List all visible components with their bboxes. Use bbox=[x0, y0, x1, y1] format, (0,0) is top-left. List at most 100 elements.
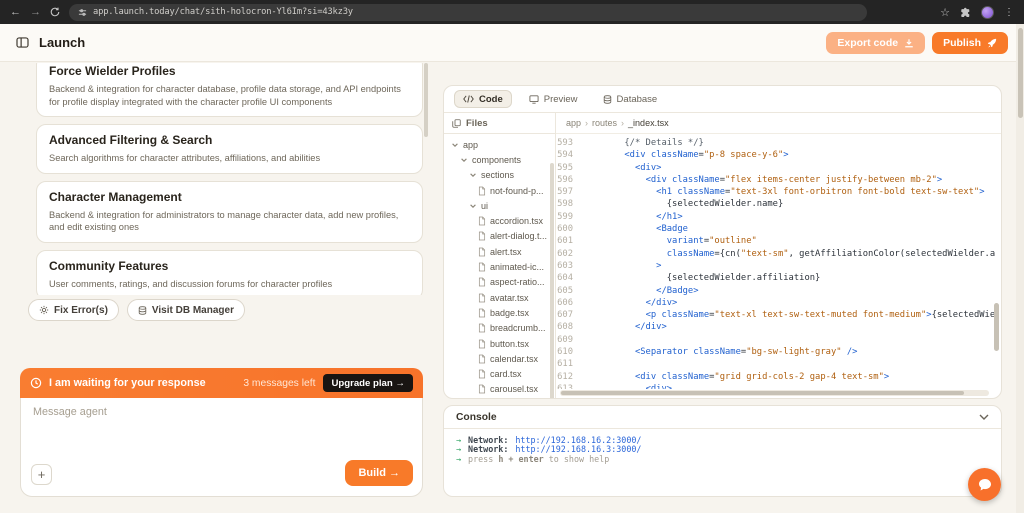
export-code-button[interactable]: Export code bbox=[826, 32, 925, 54]
message-input[interactable] bbox=[33, 406, 410, 418]
rocket-icon bbox=[987, 38, 997, 48]
code-line[interactable]: 611 bbox=[556, 358, 995, 370]
tab-code-label: Code bbox=[479, 94, 503, 105]
tree-file[interactable]: badge.tsx bbox=[444, 305, 555, 320]
line-number: 613 bbox=[556, 383, 582, 389]
url-bar[interactable]: app.launch.today/chat/sith-holocron-Yl6I… bbox=[69, 4, 867, 21]
tree-item-label: alert-dialog.t... bbox=[490, 231, 547, 241]
tree-file[interactable]: avatar.tsx bbox=[444, 290, 555, 305]
support-chat-button[interactable] bbox=[968, 468, 1001, 501]
publish-button[interactable]: Publish bbox=[932, 32, 1008, 54]
chat-panel: Force Wielder Profiles Backend & integra… bbox=[20, 63, 423, 497]
tree-item-label: aspect-ratio... bbox=[490, 277, 545, 287]
chevron-right-icon: › bbox=[621, 118, 624, 128]
add-attachment-button[interactable]: + bbox=[31, 464, 52, 485]
refresh-icon[interactable] bbox=[50, 7, 60, 17]
forward-icon[interactable]: → bbox=[30, 7, 41, 18]
chat-scrollbar[interactable] bbox=[424, 63, 428, 137]
breadcrumb-item[interactable]: routes bbox=[592, 118, 617, 128]
tree-file[interactable]: breadcrumb... bbox=[444, 321, 555, 336]
feature-card: Character Management Backend & integrati… bbox=[36, 181, 423, 243]
code-line[interactable]: 606 </div> bbox=[556, 297, 995, 309]
chevron-down-icon[interactable] bbox=[979, 414, 989, 420]
visit-db-manager-button[interactable]: Visit DB Manager bbox=[127, 299, 245, 321]
tree-file[interactable]: button.tsx bbox=[444, 336, 555, 351]
code-line[interactable]: 607 <p className="text-xl text-sw-text-m… bbox=[556, 309, 995, 321]
tree-item-label: avatar.tsx bbox=[490, 293, 529, 303]
code-line[interactable]: 597 <h1 className="text-3xl font-orbitro… bbox=[556, 186, 995, 198]
bookmark-star-icon[interactable]: ☆ bbox=[940, 6, 950, 19]
tree-folder[interactable]: sections bbox=[444, 168, 555, 183]
fix-errors-button[interactable]: Fix Error(s) bbox=[28, 299, 119, 321]
code-vertical-scrollbar[interactable] bbox=[994, 303, 999, 351]
code-line[interactable]: 604 {selectedWielder.affiliation} bbox=[556, 272, 995, 284]
console-output: → Network: http://192.168.16.2:3000/ → N… bbox=[444, 429, 1001, 471]
file-tree-scrollbar[interactable] bbox=[550, 163, 554, 399]
code-line[interactable]: 605 </Badge> bbox=[556, 285, 995, 297]
code-line[interactable]: 596 <div className="flex items-center ju… bbox=[556, 174, 995, 186]
sidebar-toggle-icon[interactable] bbox=[16, 37, 29, 48]
tree-file[interactable]: carousel.tsx bbox=[444, 382, 555, 397]
extensions-puzzle-icon[interactable] bbox=[960, 7, 971, 18]
upgrade-plan-button[interactable]: Upgrade plan → bbox=[323, 374, 413, 392]
tree-file[interactable]: card.tsx bbox=[444, 366, 555, 381]
code-line[interactable]: 612 <div className="grid grid-cols-2 gap… bbox=[556, 371, 995, 383]
tree-file[interactable]: aspect-ratio... bbox=[444, 275, 555, 290]
chevron-down-icon bbox=[468, 202, 477, 210]
code-line[interactable]: 608 </div> bbox=[556, 321, 995, 333]
line-number: 610 bbox=[556, 346, 582, 358]
files-icon bbox=[452, 119, 461, 128]
file-icon bbox=[477, 216, 486, 226]
code-line[interactable]: 610 <Separator className="bg-sw-light-gr… bbox=[556, 346, 995, 358]
feature-card: Advanced Filtering & Search Search algor… bbox=[36, 124, 423, 174]
tab-database[interactable]: Database bbox=[595, 90, 666, 108]
feature-card: Community Features User comments, rating… bbox=[36, 250, 423, 295]
export-code-label: Export code bbox=[837, 37, 898, 49]
tree-file[interactable]: calendar.tsx bbox=[444, 351, 555, 366]
tab-preview[interactable]: Preview bbox=[521, 90, 586, 108]
line-number: 597 bbox=[556, 186, 582, 198]
code-line[interactable]: 609 bbox=[556, 334, 995, 346]
browser-menu-icon[interactable]: ⋮ bbox=[1004, 7, 1014, 18]
code-line[interactable]: 595 <div> bbox=[556, 162, 995, 174]
page-scrollbar-track bbox=[1016, 24, 1024, 513]
tree-file[interactable]: alert.tsx bbox=[444, 244, 555, 259]
code-horizontal-scrollbar-thumb[interactable] bbox=[561, 391, 964, 395]
code-line[interactable]: 613 <div> bbox=[556, 383, 995, 389]
code-line[interactable]: 599 </h1> bbox=[556, 211, 995, 223]
tree-file[interactable]: alert-dialog.t... bbox=[444, 229, 555, 244]
tree-file[interactable]: accordion.tsx bbox=[444, 213, 555, 228]
code-line[interactable]: 600 <Badge bbox=[556, 223, 995, 235]
line-number: 598 bbox=[556, 198, 582, 210]
breadcrumb-item[interactable]: app bbox=[566, 118, 581, 128]
file-icon bbox=[477, 247, 486, 257]
code-line[interactable]: 598 {selectedWielder.name} bbox=[556, 198, 995, 210]
tree-file[interactable]: not-found-p... bbox=[444, 183, 555, 198]
chevron-down-icon bbox=[468, 171, 477, 179]
back-icon[interactable]: ← bbox=[10, 7, 21, 18]
breadcrumb-item-current[interactable]: _index.tsx bbox=[628, 118, 669, 128]
code-editor[interactable]: 593 {/* Details */}594 <div className="p… bbox=[556, 134, 995, 389]
page-scrollbar-thumb[interactable] bbox=[1018, 28, 1023, 118]
build-button[interactable]: Build → bbox=[345, 460, 413, 486]
editor-card: Code Preview Database bbox=[443, 85, 1002, 399]
tab-code[interactable]: Code bbox=[454, 90, 512, 108]
code-line[interactable]: 602 className={cn("text-sm", getAffiliat… bbox=[556, 248, 995, 260]
site-info-icon[interactable] bbox=[78, 8, 87, 17]
tree-folder[interactable]: app bbox=[444, 137, 555, 152]
tree-item-label: not-found-p... bbox=[490, 186, 544, 196]
file-icon bbox=[477, 293, 486, 303]
editor-body: Files appcomponentssectionsnot-found-p..… bbox=[444, 113, 1001, 398]
tree-item-label: breadcrumb... bbox=[490, 323, 546, 333]
tree-file[interactable]: animated-ic... bbox=[444, 259, 555, 274]
code-line[interactable]: 594 <div className="p-8 space-y-6"> bbox=[556, 149, 995, 161]
code-line[interactable]: 593 {/* Details */} bbox=[556, 137, 995, 149]
tree-folder[interactable]: ui bbox=[444, 198, 555, 213]
code-line[interactable]: 603 > bbox=[556, 260, 995, 272]
console-header[interactable]: Console bbox=[444, 406, 1001, 429]
code-horizontal-scrollbar[interactable] bbox=[560, 390, 989, 396]
tree-folder[interactable]: components bbox=[444, 152, 555, 167]
profile-avatar[interactable] bbox=[981, 6, 994, 19]
code-line[interactable]: 601 variant="outline" bbox=[556, 235, 995, 247]
console-arrow: → bbox=[456, 455, 461, 464]
